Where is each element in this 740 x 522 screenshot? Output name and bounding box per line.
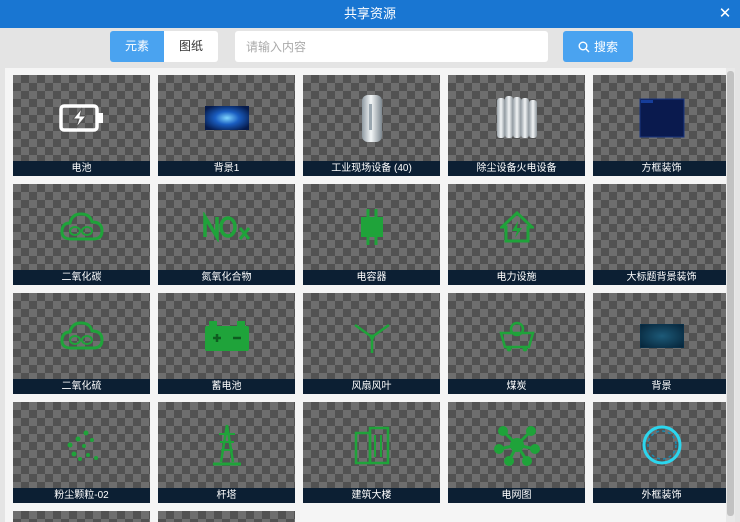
resource-card[interactable]: 电池 [13, 75, 150, 176]
resource-card[interactable]: 二氧化硫 [13, 293, 150, 394]
search-input[interactable] [235, 31, 548, 62]
resource-card[interactable]: 大标题背景装饰 [593, 184, 730, 285]
tab-elements[interactable]: 元素 [110, 31, 164, 62]
resource-card-label: 电网图 [448, 488, 585, 503]
resource-card-label: 除尘设备火电设备 [448, 161, 585, 176]
tab-drawings[interactable]: 图纸 [164, 31, 218, 62]
title-decoration-icon [631, 226, 692, 228]
resource-card[interactable] [13, 511, 150, 522]
category-tabs: 元素 图纸 [110, 31, 218, 62]
resource-card[interactable]: 方框装饰 [593, 75, 730, 176]
square-frame-icon [639, 98, 684, 138]
resource-card[interactable]: 氮氧化合物 [158, 184, 295, 285]
resource-card-label: 二氧化硫 [13, 379, 150, 394]
resource-card[interactable]: 风扇风叶 [303, 293, 440, 394]
background-image-icon [204, 106, 249, 130]
resource-card[interactable]: 粉尘颗粒-02 [13, 402, 150, 503]
scrollbar-thumb[interactable] [727, 71, 734, 516]
resource-card-label: 粉尘颗粒-02 [13, 488, 150, 503]
coal-cart-icon [498, 321, 535, 352]
resource-card[interactable]: 电网图 [448, 402, 585, 503]
power-house-icon [499, 211, 534, 243]
resource-card-label: 外框装饰 [593, 488, 730, 503]
resource-card-label: 建筑大楼 [303, 488, 440, 503]
radiator-icon [496, 96, 537, 138]
resource-card[interactable]: 外框装饰 [593, 402, 730, 503]
resource-card[interactable]: 工业现场设备 (40) [303, 75, 440, 176]
resource-card-label: 二氧化碳 [13, 270, 150, 285]
resource-card-label: 电池 [13, 161, 150, 176]
resource-card-label: 大标题背景装饰 [593, 270, 730, 285]
co2-cloud-icon [59, 212, 104, 241]
resource-card[interactable]: 背景 [593, 293, 730, 394]
toolbar: 元素 图纸 搜索 [0, 28, 740, 68]
capacitor-icon [360, 209, 383, 245]
resource-card-label: 电力设施 [448, 270, 585, 285]
resource-card[interactable]: 背景1 [158, 75, 295, 176]
resource-card-label: 煤炭 [448, 379, 585, 394]
resource-card-label: 杆塔 [158, 488, 295, 503]
dust-particles-icon [67, 430, 98, 461]
resource-card[interactable]: 除尘设备火电设备 [448, 75, 585, 176]
resource-card-label: 背景 [593, 379, 730, 394]
search-button-label: 搜索 [593, 40, 618, 54]
resource-card[interactable]: 二氧化碳 [13, 184, 150, 285]
resource-card[interactable]: 电容器 [303, 184, 440, 285]
resource-grid-area: 电池 背景1 工业现场设备 (40) 除尘设备火电设备 方框装饰 二氧化碳 氮氧… [5, 68, 735, 522]
resource-card[interactable]: 煤炭 [448, 293, 585, 394]
resource-card[interactable] [158, 511, 295, 522]
building-icon [354, 426, 389, 465]
resource-card[interactable]: 建筑大楼 [303, 402, 440, 503]
so2-cloud-icon [59, 321, 104, 350]
dialog-title: 共享资源 [343, 6, 396, 21]
dialog-titlebar: 共享资源 ✕ [0, 0, 740, 28]
shared-resources-dialog: 共享资源 ✕ 元素 图纸 搜索 [0, 0, 740, 522]
resource-card-label: 风扇风叶 [303, 379, 440, 394]
battery-icon [58, 104, 103, 132]
ring-frame-icon [642, 425, 681, 465]
resource-card-label: 氮氧化合物 [158, 270, 295, 285]
nox-icon [202, 212, 250, 242]
resource-card[interactable]: 蓄电池 [158, 293, 295, 394]
resource-card-label: 蓄电池 [158, 379, 295, 394]
resource-card-label: 背景1 [158, 161, 295, 176]
tower-icon [212, 424, 241, 466]
resource-card-label: 方框装饰 [593, 161, 730, 176]
resource-card[interactable]: 杆塔 [158, 402, 295, 503]
resource-card[interactable]: 电力设施 [448, 184, 585, 285]
grid-scrollbar[interactable] [726, 68, 735, 522]
resource-card-label: 电容器 [303, 270, 440, 285]
search-button[interactable]: 搜索 [563, 31, 633, 62]
industrial-cylinder-icon [361, 95, 382, 142]
search-icon [578, 41, 590, 52]
grid-network-icon [493, 426, 540, 466]
storage-battery-icon [204, 321, 249, 351]
close-icon[interactable]: ✕ [716, 0, 734, 28]
fan-blade-icon [353, 323, 390, 353]
background-panel-icon [639, 324, 684, 348]
resource-card-label: 工业现场设备 (40) [303, 161, 440, 176]
